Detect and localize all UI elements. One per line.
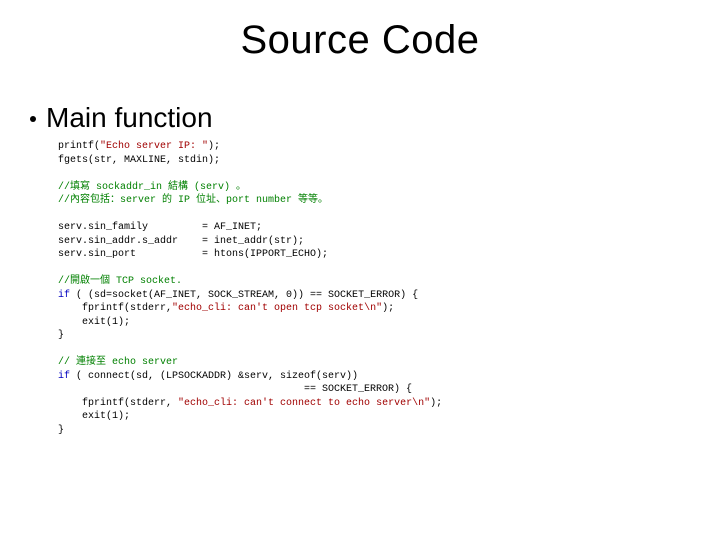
code-block: printf("Echo server IP: "); fgets(str, M… (58, 140, 680, 437)
code-blank (58, 263, 64, 274)
slide: Source Code Main function printf("Echo s… (0, 0, 720, 540)
code-string: "echo_cli: can't connect to echo server\… (178, 398, 430, 409)
code-blank (58, 209, 64, 220)
code-line: serv.sin_addr.s_addr = inet_addr(str); (58, 236, 304, 247)
code-line: exit(1); (58, 411, 130, 422)
code-line: fprintf(stderr, (58, 303, 172, 314)
code-comment: //開啟一個 TCP socket. (58, 276, 182, 287)
code-line: ( (sd=socket(AF_INET, SOCK_STREAM, 0)) =… (70, 290, 418, 301)
code-line: serv.sin_port = htons(IPPORT_ECHO); (58, 249, 328, 260)
code-line: ); (382, 303, 394, 314)
code-line: } (58, 425, 64, 436)
code-comment: //填寫 sockaddr_in 結構 (serv) 。 (58, 182, 246, 193)
code-line: ); (430, 398, 442, 409)
code-line: } (58, 330, 64, 341)
code-string: "Echo server IP: " (100, 141, 208, 152)
code-line: exit(1); (58, 317, 130, 328)
code-line: == SOCKET_ERROR) { (58, 384, 412, 395)
code-string: "echo_cli: can't open tcp socket\n" (172, 303, 382, 314)
code-line: ); (208, 141, 220, 152)
bullet-row: Main function (30, 102, 213, 134)
bullet-dot-icon (30, 116, 36, 122)
code-line: fgets(str, MAXLINE, stdin); (58, 155, 220, 166)
code-line: printf( (58, 141, 100, 152)
slide-title: Source Code (0, 18, 720, 63)
code-line: serv.sin_family = AF_INET; (58, 222, 262, 233)
code-keyword: if (58, 371, 70, 382)
code-line: ( connect(sd, (LPSOCKADDR) &serv, sizeof… (70, 371, 358, 382)
code-comment: //內容包括：server 的 IP 位址、port number 等等。 (58, 195, 328, 206)
code-line: fprintf(stderr, (58, 398, 178, 409)
code-blank (58, 344, 64, 355)
code-comment: // 連接至 echo server (58, 357, 178, 368)
bullet-text: Main function (46, 102, 213, 134)
code-keyword: if (58, 290, 70, 301)
code-blank (58, 168, 64, 179)
